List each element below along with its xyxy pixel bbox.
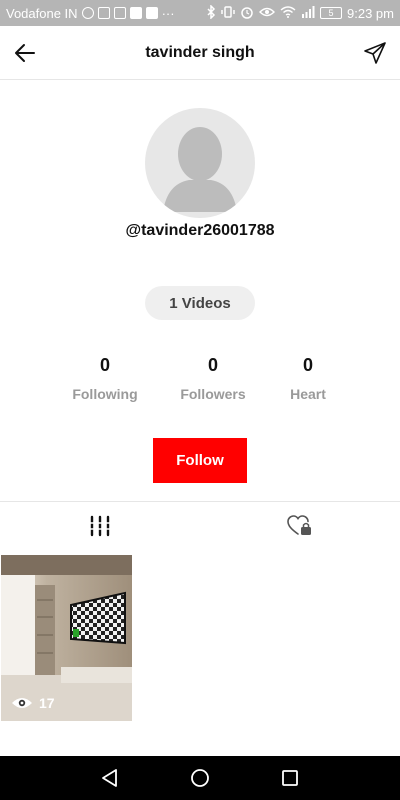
video-thumbnail[interactable]: 17 <box>1 555 132 721</box>
vibrate-icon <box>221 5 235 22</box>
following-count: 0 <box>99 355 110 375</box>
avatar <box>145 108 255 218</box>
tab-my-videos[interactable] <box>0 502 200 549</box>
status-left: Vodafone IN ··· <box>6 6 206 21</box>
sim-icon <box>97 7 110 19</box>
back-arrow-icon <box>15 44 35 62</box>
status-right: 5 9:23 pm <box>206 3 394 22</box>
signal-icon <box>301 5 315 21</box>
tab-liked-videos[interactable] <box>200 502 400 549</box>
page-title: tavinder singh <box>145 43 255 61</box>
videos-count-badge: 1 Videos <box>145 286 255 320</box>
battery-icon: 5 <box>320 7 343 19</box>
following-label: Following <box>72 386 138 402</box>
followers-stat[interactable]: 0 Followers <box>158 352 268 402</box>
status-bar: Vodafone IN ··· 5 9:23 pm <box>0 0 400 26</box>
username: @tavinder26001788 <box>125 222 275 239</box>
circle-home-icon <box>191 769 209 787</box>
app-icon <box>129 7 142 19</box>
nav-back-button[interactable] <box>98 766 122 790</box>
grid-bars-icon <box>89 515 111 536</box>
triangle-back-icon <box>102 769 117 787</box>
view-count-value: 17 <box>39 695 55 711</box>
battery-level: 5 <box>328 8 334 18</box>
back-button[interactable] <box>10 38 40 68</box>
followers-count: 0 <box>207 355 218 375</box>
bluetooth-icon <box>206 3 216 22</box>
following-stat[interactable]: 0 Following <box>50 352 160 402</box>
liked-locked-icon <box>287 514 311 535</box>
square-recents-icon <box>282 770 298 786</box>
view-count: 17 <box>11 695 55 711</box>
profile-tabs <box>0 501 400 549</box>
carrier-name: Vodafone IN <box>6 5 78 21</box>
profile-stats: 0 Following 0 Followers 0 Heart <box>0 352 400 408</box>
overflow-indicator: ··· <box>161 5 175 21</box>
clock: 9:23 pm <box>347 5 394 21</box>
send-icon <box>364 42 386 64</box>
alarm-icon <box>240 5 254 22</box>
heart-label: Heart <box>290 386 326 402</box>
heart-stat: 0 Heart <box>253 352 363 402</box>
eye-icon <box>259 6 276 21</box>
wifi-icon <box>280 5 296 21</box>
default-avatar-icon <box>163 127 237 212</box>
share-button[interactable] <box>360 38 390 68</box>
heart-count: 0 <box>302 355 313 375</box>
nav-home-button[interactable] <box>188 766 212 790</box>
eye-icon <box>12 698 32 708</box>
profile-header: tavinder singh <box>0 26 400 80</box>
whatsapp-icon <box>81 7 94 19</box>
system-nav-bar <box>0 756 400 800</box>
followers-label: Followers <box>180 386 246 402</box>
follow-button[interactable]: Follow <box>153 438 247 483</box>
nav-recents-button[interactable] <box>278 766 302 790</box>
facebook-icon <box>145 7 158 19</box>
app-icon <box>113 7 126 19</box>
